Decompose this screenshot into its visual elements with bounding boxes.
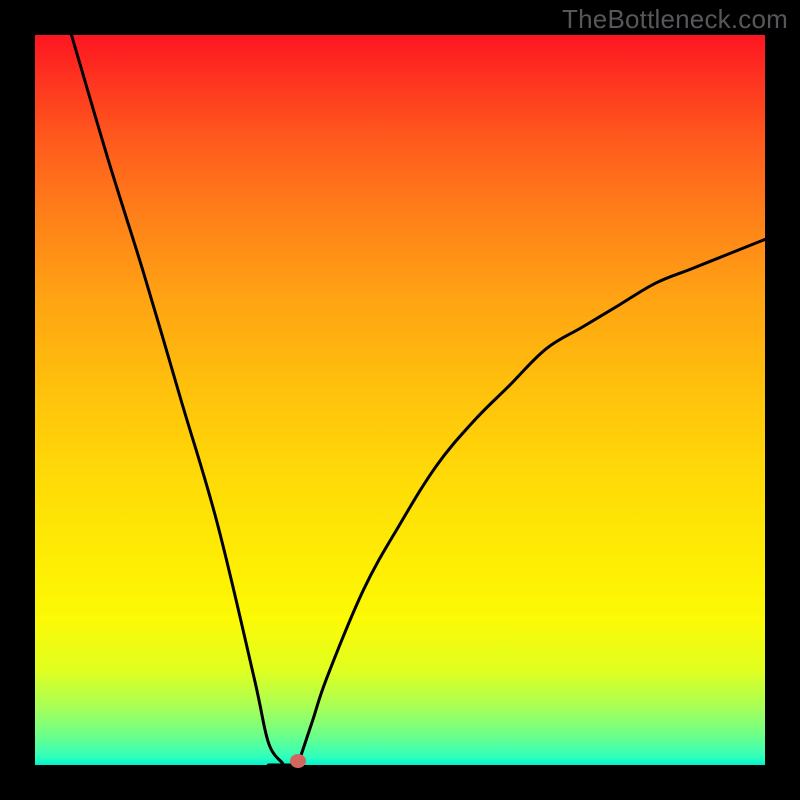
bottleneck-curve <box>35 35 765 765</box>
minimum-marker <box>290 754 306 768</box>
chart-frame: TheBottleneck.com <box>0 0 800 800</box>
plot-area <box>35 35 765 765</box>
watermark-text: TheBottleneck.com <box>562 4 788 35</box>
